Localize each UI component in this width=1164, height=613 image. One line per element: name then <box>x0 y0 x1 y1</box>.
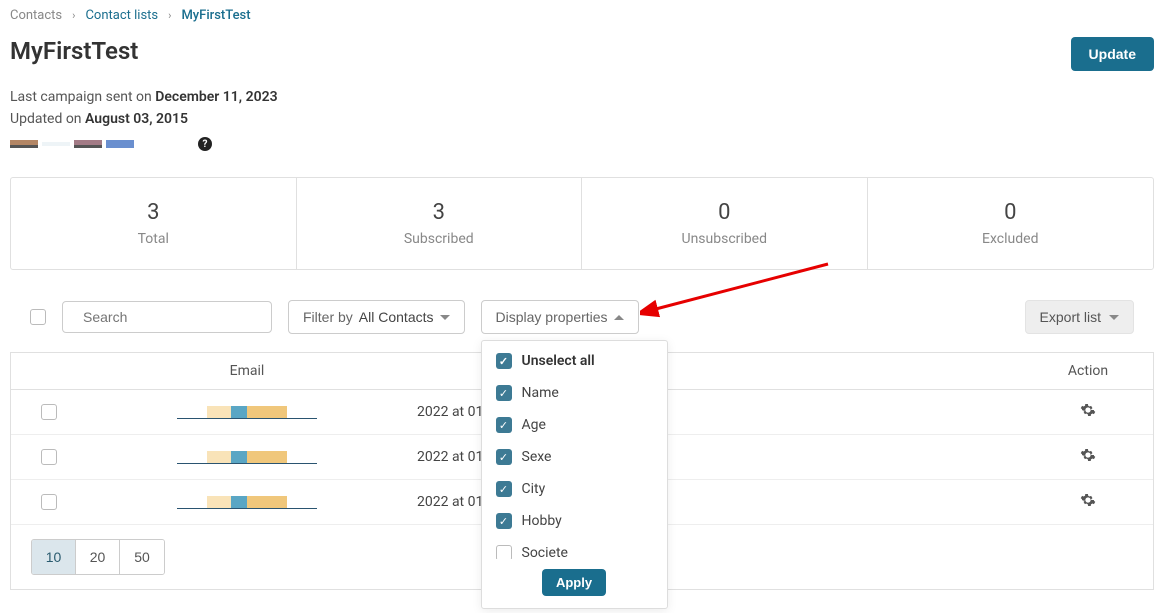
email-redacted <box>177 405 317 419</box>
panel-option-label: City <box>522 481 546 497</box>
chevron-up-icon <box>614 315 624 320</box>
chevron-down-icon <box>1109 315 1119 320</box>
pager-option[interactable]: 50 <box>120 540 164 574</box>
stat-label: Subscribed <box>307 231 572 247</box>
stats-row: 3 Total 3 Subscribed 0 Unsubscribed 0 Ex… <box>10 177 1154 270</box>
checkbox-icon[interactable] <box>496 385 512 401</box>
email-redacted <box>177 495 317 509</box>
breadcrumb-contacts[interactable]: Contacts <box>10 8 62 23</box>
stat-value: 0 <box>878 200 1144 225</box>
panel-option-label: Name <box>522 385 559 401</box>
gear-icon[interactable] <box>1080 402 1096 418</box>
gear-icon[interactable] <box>1080 492 1096 508</box>
display-properties-panel: Unselect all Name Age Sexe <box>481 340 668 609</box>
chevron-right-icon: › <box>72 9 75 22</box>
filter-button[interactable]: Filter by All Contacts <box>288 300 465 334</box>
row-checkbox[interactable] <box>41 494 57 510</box>
checkbox-icon[interactable] <box>496 481 512 497</box>
help-icon[interactable]: ? <box>198 137 212 151</box>
checkbox-icon[interactable] <box>496 545 512 559</box>
tag-chips: ? <box>10 137 1154 151</box>
stat-value: 3 <box>21 200 286 225</box>
panel-option-label: Societe <box>522 545 568 559</box>
chip-icon <box>74 140 102 148</box>
pager-option[interactable]: 10 <box>32 540 76 574</box>
row-checkbox[interactable] <box>41 404 57 420</box>
breadcrumb-contact-lists[interactable]: Contact lists <box>85 8 158 23</box>
panel-option[interactable]: Societe <box>496 537 653 559</box>
panel-option[interactable]: Name <box>496 377 653 409</box>
chip-icon <box>10 140 38 148</box>
stat-subscribed[interactable]: 3 Subscribed <box>297 178 583 269</box>
panel-option[interactable]: Sexe <box>496 441 653 473</box>
stat-total[interactable]: 3 Total <box>11 178 297 269</box>
checkbox-icon[interactable] <box>496 417 512 433</box>
search-input-wrap[interactable] <box>62 301 272 333</box>
last-campaign-line: Last campaign sent on December 11, 2023 <box>10 89 1154 105</box>
checkbox-icon[interactable] <box>496 449 512 465</box>
select-all-checkbox[interactable] <box>30 309 46 325</box>
stat-unsubscribed[interactable]: 0 Unsubscribed <box>582 178 868 269</box>
row-checkbox[interactable] <box>41 449 57 465</box>
chevron-down-icon <box>440 315 450 320</box>
checkbox-icon[interactable] <box>496 353 512 369</box>
stat-label: Total <box>21 231 286 247</box>
panel-option-label: Age <box>522 417 546 433</box>
toolbar: Filter by All Contacts Display propertie… <box>10 300 1154 352</box>
breadcrumb-current: MyFirstTest <box>181 8 250 23</box>
stat-excluded[interactable]: 0 Excluded <box>868 178 1154 269</box>
panel-option[interactable]: Age <box>496 409 653 441</box>
column-action: Action <box>1033 363 1143 379</box>
stat-value: 0 <box>592 200 857 225</box>
chip-icon <box>106 140 134 148</box>
panel-option-label: Sexe <box>522 449 552 465</box>
updated-line: Updated on August 03, 2015 <box>10 111 1154 127</box>
panel-option[interactable]: Hobby <box>496 505 653 537</box>
stat-value: 3 <box>307 200 572 225</box>
page-title: MyFirstTest <box>10 37 138 65</box>
panel-option[interactable]: City <box>496 473 653 505</box>
export-list-button[interactable]: Export list <box>1025 300 1134 334</box>
chevron-right-icon: › <box>168 9 171 22</box>
search-input[interactable] <box>83 309 264 325</box>
display-properties-button[interactable]: Display properties <box>481 300 639 334</box>
pager-option[interactable]: 20 <box>76 540 120 574</box>
column-email: Email <box>77 363 417 379</box>
stat-label: Excluded <box>878 231 1144 247</box>
checkbox-icon[interactable] <box>496 513 512 529</box>
breadcrumb: Contacts › Contact lists › MyFirstTest <box>10 8 1154 23</box>
panel-unselect-all[interactable]: Unselect all <box>482 353 667 377</box>
stat-label: Unsubscribed <box>592 231 857 247</box>
page-size-pager: 10 20 50 <box>31 539 165 575</box>
email-redacted <box>177 450 317 464</box>
apply-button[interactable]: Apply <box>542 569 606 596</box>
gear-icon[interactable] <box>1080 447 1096 463</box>
panel-option-label: Hobby <box>522 513 562 529</box>
update-button[interactable]: Update <box>1071 37 1154 71</box>
chip-icon <box>42 142 70 146</box>
